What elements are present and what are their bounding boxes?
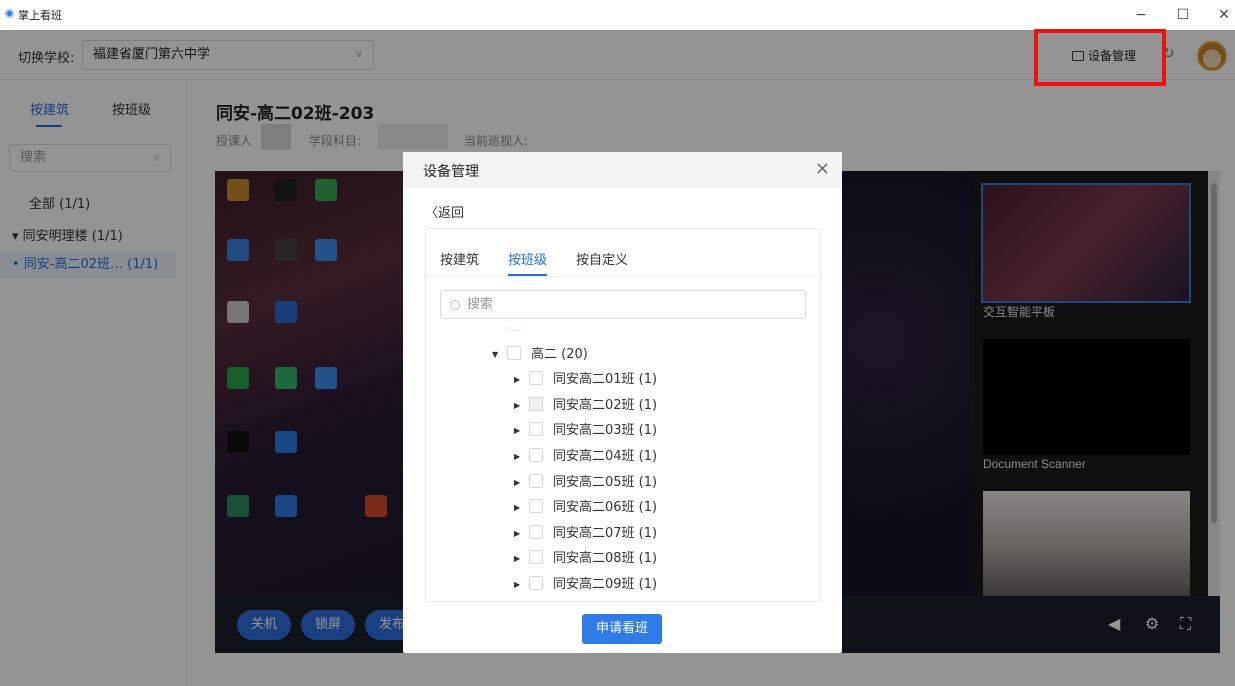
checkbox[interactable] [529, 576, 543, 590]
tree-node-class[interactable]: ▶ 同安高二08班 (1) [514, 547, 657, 567]
checkbox[interactable] [529, 422, 543, 436]
tree-node-class[interactable]: ▶ 同安高二03班 (1) [514, 419, 657, 439]
title-bar: 掌上看班 − ☐ ✕ [0, 0, 1235, 30]
maximize-button[interactable]: ☐ [1170, 4, 1196, 26]
tree-node-label: 同安高二08班 (1) [553, 551, 658, 566]
tree-node-class[interactable]: ▶ 同安高二05班 (1) [514, 471, 657, 491]
tree-node-label: 同安高二02班 (1) [553, 398, 658, 413]
tree-node-label: 同安高二05班 (1) [553, 475, 658, 490]
tree-node-label: 同安高二03班 (1) [553, 423, 658, 438]
tree-node-label: 同安高二09班 (1) [553, 577, 658, 592]
apply-view-button[interactable]: 申请看班 [582, 614, 662, 644]
close-icon[interactable]: × [815, 158, 830, 179]
tree-node-class[interactable]: ▶ 同安高二09班 (1) [514, 573, 657, 593]
dialog-header: 设备管理 × [403, 152, 842, 188]
tab-divider [426, 276, 820, 277]
tab-by-building[interactable]: 按建筑 [440, 249, 479, 268]
device-manage-dialog: 设备管理 × 〈返回 按建筑 按班级 按自定义 ○ 搜索 ▼ 高二 (20) ▶ 同… [403, 152, 842, 653]
checkbox[interactable] [529, 499, 543, 513]
tree-node-label: 高二 (20) [531, 347, 588, 362]
tree-node-class[interactable]: ▶ 同安高二01班 (1) [514, 368, 657, 388]
caret-right-icon[interactable]: ▶ [514, 529, 526, 538]
back-link[interactable]: 〈返回 [425, 202, 464, 221]
tree-node-class[interactable]: ▶ 同安高二04班 (1) [514, 445, 657, 465]
highlight-annotation [1034, 29, 1166, 86]
caret-right-icon[interactable]: ▶ [514, 426, 526, 435]
caret-right-icon[interactable]: ▶ [514, 554, 526, 563]
caret-right-icon[interactable]: ▶ [514, 580, 526, 589]
caret-right-icon[interactable]: ▶ [514, 478, 526, 487]
tree-node-class[interactable]: ▶ 同安高二07班 (1) [514, 522, 657, 542]
tree-node-label: 同安高二07班 (1) [553, 526, 658, 541]
caret-right-icon[interactable]: ▶ [514, 401, 526, 410]
tab-by-class[interactable]: 按班级 [508, 249, 547, 268]
tree-node-label: 同安高二04班 (1) [553, 449, 658, 464]
checkbox-disabled [529, 397, 543, 411]
checkbox[interactable] [529, 525, 543, 539]
minimize-button[interactable]: − [1128, 4, 1154, 26]
checkbox[interactable] [529, 474, 543, 488]
tree-node-grade[interactable]: ▼ 高二 (20) [492, 343, 588, 363]
caret-right-icon[interactable]: ▶ [514, 503, 526, 512]
checkbox[interactable] [507, 346, 521, 360]
window-title: 掌上看班 [18, 9, 62, 22]
checkbox[interactable] [529, 371, 543, 385]
app-logo-icon [5, 9, 14, 18]
tab-by-custom[interactable]: 按自定义 [576, 249, 628, 268]
dialog-title: 设备管理 [423, 164, 479, 180]
tree-node-class[interactable]: ▶ 同安高二02班 (1) [514, 394, 657, 414]
tree-node-class[interactable]: ▶ 同安高二06班 (1) [514, 496, 657, 516]
dialog-search-placeholder: 搜索 [467, 297, 494, 312]
tree-node-clipped [504, 325, 531, 337]
search-icon: ○ [450, 297, 461, 311]
tree-node-label: 同安高二01班 (1) [553, 372, 658, 387]
class-tree: ▼ 高二 (20) ▶ 同安高二01班 (1) ▶ 同安高二02班 (1) ▶ 同安高二… [426, 325, 820, 601]
close-window-button[interactable]: ✕ [1211, 4, 1235, 26]
checkbox[interactable] [529, 448, 543, 462]
caret-right-icon[interactable]: ▶ [514, 452, 526, 461]
caret-right-icon[interactable]: ▶ [514, 375, 526, 384]
tree-node-label: 同安高二06班 (1) [553, 500, 658, 515]
caret-down-icon[interactable]: ▼ [492, 350, 504, 359]
checkbox [507, 325, 521, 331]
dialog-search-input[interactable]: ○ 搜索 [440, 290, 806, 319]
filter-panel: 按建筑 按班级 按自定义 ○ 搜索 ▼ 高二 (20) ▶ 同安高二01班 (1) … [425, 228, 821, 602]
checkbox[interactable] [529, 550, 543, 564]
